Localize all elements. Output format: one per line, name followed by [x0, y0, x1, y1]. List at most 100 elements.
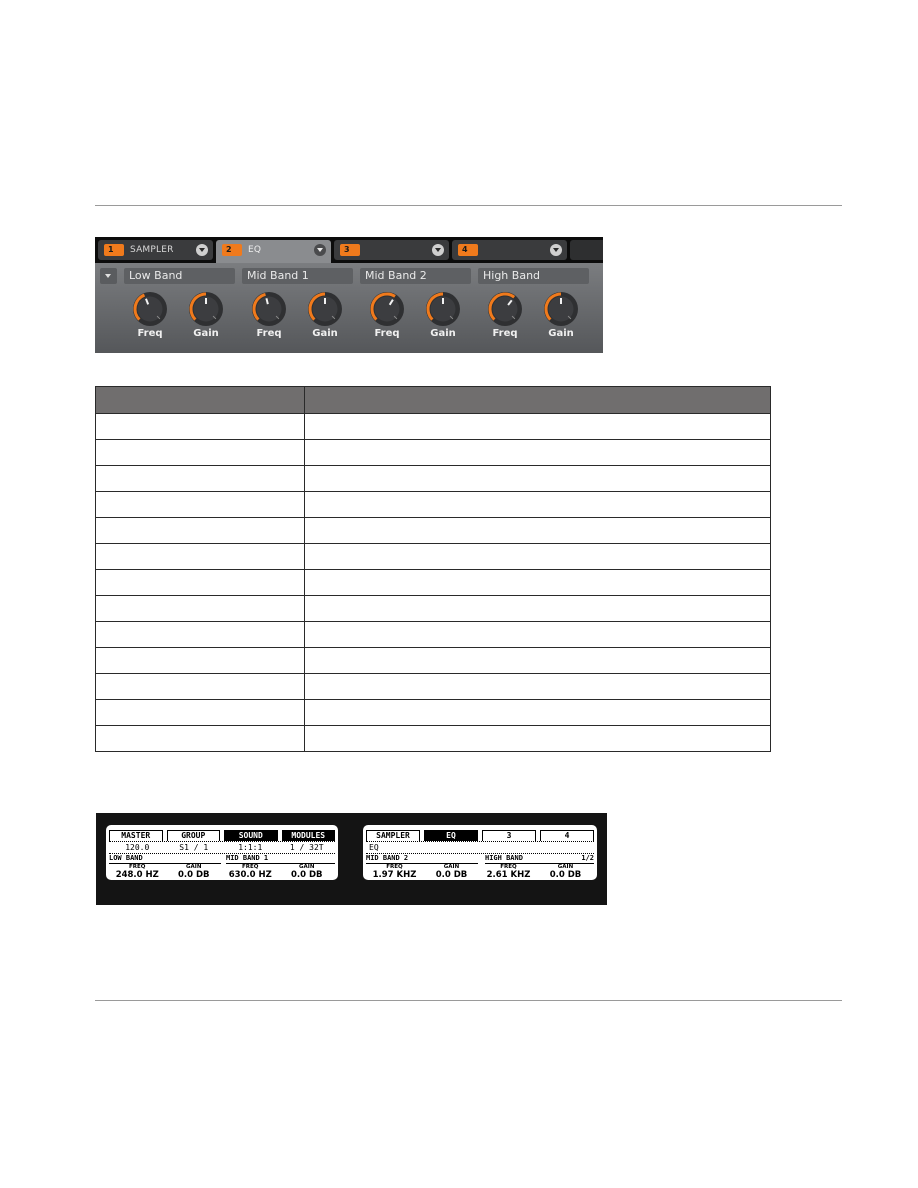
knob-high-gain[interactable]: Gain [539, 291, 583, 339]
slot-name: EQ [248, 245, 262, 255]
swing-value: S1 / 1 [179, 843, 209, 852]
plugin-slot-empty[interactable] [570, 240, 603, 260]
plugin-slot-3[interactable]: 3 [334, 240, 449, 260]
table-cell [304, 569, 771, 596]
table-cell [95, 621, 305, 648]
table-cell [304, 725, 771, 752]
table-row [95, 517, 771, 544]
table-row [95, 413, 771, 440]
knob-dial[interactable] [369, 291, 405, 327]
page-menu-button[interactable] [100, 268, 117, 284]
param-value: 630.0 HZ [228, 870, 272, 880]
eq-parameters-area: Low Band Mid Band 1 Mid Band 2 High Band… [95, 263, 603, 353]
section-header: HIGH BAND 1/2 [485, 854, 594, 864]
table-cell [95, 491, 305, 518]
section-title: MID BAND 1 [226, 854, 269, 862]
table-row [95, 673, 771, 700]
param-value: 1.97 KHZ [372, 870, 417, 880]
section-title: MID BAND 2 [366, 854, 409, 862]
table-row [95, 465, 771, 492]
knob-label: Freq [374, 328, 400, 339]
display-tab-3[interactable]: 3 [482, 830, 536, 841]
position-value: 1:1:1 [238, 843, 263, 852]
table-cell [304, 647, 771, 674]
display-tab-eq[interactable]: EQ [424, 830, 478, 841]
table-cell [304, 413, 771, 440]
param-high-freq: FREQ 2.61 KHZ [480, 864, 537, 880]
plugin-slot-4[interactable]: 4 [452, 240, 567, 260]
plugin-slot-1[interactable]: 1 SAMPLER [98, 240, 213, 260]
knob-label: Freq [137, 328, 163, 339]
table-row [95, 595, 771, 622]
table-cell [304, 621, 771, 648]
section-header: LOW BAND [109, 854, 221, 864]
chevron-down-icon[interactable] [196, 244, 208, 256]
display-tab-modules[interactable]: MODULES [281, 830, 335, 841]
param-value: 2.61 KHZ [486, 870, 531, 880]
knob-high-freq[interactable]: Freq [483, 291, 527, 339]
section-header: MID BAND 1 [226, 854, 335, 864]
bottom-divider [95, 1000, 842, 1001]
table-header-cell [95, 386, 305, 414]
display-tabs: SAMPLER EQ 3 4 [366, 830, 594, 841]
knob-mid1-gain[interactable]: Gain [303, 291, 347, 339]
table-row [95, 725, 771, 752]
table-cell [95, 647, 305, 674]
table-row [95, 439, 771, 466]
table-cell [95, 595, 305, 622]
slot-number: 2 [222, 244, 242, 256]
knob-dial[interactable] [543, 291, 579, 327]
plugin-name: EQ [369, 843, 379, 852]
knob-low-gain[interactable]: Gain [184, 291, 228, 339]
table-cell [95, 699, 305, 726]
slot-number: 3 [340, 244, 360, 256]
table-cell [304, 595, 771, 622]
table-header-row [95, 386, 771, 414]
knob-label: Gain [312, 328, 338, 339]
display-tab-master[interactable]: MASTER [109, 830, 163, 841]
knob-mid1-freq[interactable]: Freq [247, 291, 291, 339]
chevron-down-icon[interactable] [314, 244, 326, 256]
table-cell [95, 413, 305, 440]
chevron-down-icon[interactable] [432, 244, 444, 256]
table-row [95, 621, 771, 648]
display-tab-4[interactable]: 4 [540, 830, 594, 841]
table-row [95, 543, 771, 570]
table-row [95, 647, 771, 674]
table-cell [304, 543, 771, 570]
knob-dial[interactable] [425, 291, 461, 327]
display-info-row: EQ [366, 841, 594, 854]
display-tab-sampler[interactable]: SAMPLER [366, 830, 420, 841]
band-label-low: Low Band [124, 268, 235, 284]
knob-mid2-gain[interactable]: Gain [421, 291, 465, 339]
band-label-mid2: Mid Band 2 [360, 268, 471, 284]
param-value: 248.0 HZ [115, 870, 159, 880]
knob-mid2-freq[interactable]: Freq [365, 291, 409, 339]
table-cell [95, 569, 305, 596]
knob-dial[interactable] [487, 291, 523, 327]
table-row [95, 569, 771, 596]
knob-dial[interactable] [188, 291, 224, 327]
section-title: LOW BAND [109, 854, 143, 862]
knob-dial[interactable] [132, 291, 168, 327]
param-high-gain: GAIN 0.0 DB [537, 864, 594, 880]
knob-dial[interactable] [307, 291, 343, 327]
table-row [95, 699, 771, 726]
display-tab-group[interactable]: GROUP [166, 830, 220, 841]
knob-dial[interactable] [251, 291, 287, 327]
right-display: SAMPLER EQ 3 4 EQ MID BAND 2 HIGH BAND 1… [363, 825, 597, 880]
param-mid2-gain: GAIN 0.0 DB [423, 864, 480, 880]
hardware-displays: MASTER GROUP SOUND MODULES 120.0 S1 / 1 … [96, 813, 607, 905]
param-value: 0.0 DB [177, 870, 210, 880]
param-value: 0.0 DB [435, 870, 468, 880]
top-divider [95, 205, 842, 206]
chevron-down-icon[interactable] [550, 244, 562, 256]
table-header-cell [304, 386, 771, 414]
table-cell [95, 725, 305, 752]
table-cell [304, 465, 771, 492]
knob-label: Freq [256, 328, 282, 339]
display-tab-sound[interactable]: SOUND [224, 830, 278, 841]
knob-low-freq[interactable]: Freq [128, 291, 172, 339]
table-cell [304, 491, 771, 518]
knob-label: Gain [430, 328, 456, 339]
